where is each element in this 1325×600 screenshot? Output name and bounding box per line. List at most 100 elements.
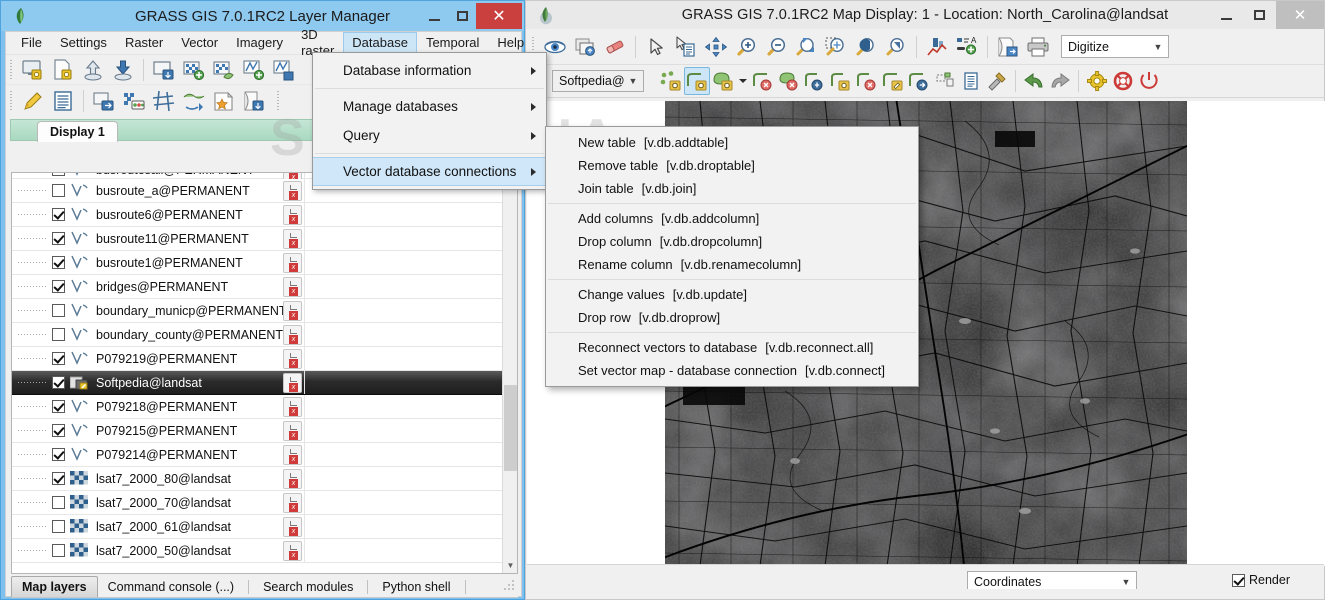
attribute-table-icon[interactable] (48, 86, 78, 116)
lm-maximize-button[interactable] (448, 3, 476, 29)
layer-visibility-checkbox[interactable] (52, 400, 65, 413)
lm-toolbar-grip-2[interactable] (8, 90, 15, 112)
zoom-back-icon[interactable] (851, 32, 881, 62)
load-workspace-icon[interactable] (78, 55, 108, 85)
lm-toolbar-grip-1[interactable] (8, 59, 15, 81)
layer-visibility-checkbox[interactable] (52, 328, 65, 341)
menu-help[interactable]: Help (488, 32, 533, 54)
table-row[interactable]: P079215@PERMANENT x (12, 419, 505, 443)
layer-visibility-checkbox[interactable] (52, 448, 65, 461)
menu-vector[interactable]: Vector (172, 32, 227, 54)
menu-item-database-information[interactable]: Database information (313, 56, 546, 85)
render-map-icon[interactable] (570, 32, 600, 62)
menu-imagery[interactable]: Imagery (227, 32, 292, 54)
submenu-item[interactable]: Drop column [v.db.dropcolumn] (546, 230, 918, 253)
layer-opacity-button[interactable]: x (283, 397, 302, 417)
delete-line-icon[interactable] (750, 67, 776, 95)
menu-raster[interactable]: Raster (116, 32, 172, 54)
submenu-item[interactable]: Add columns [v.db.addcolumn] (546, 207, 918, 230)
raster-calculator-icon[interactable] (119, 86, 149, 116)
layer-tree[interactable]: busroutesall@PERMANENT x busroute_a@PERMAN… (11, 172, 518, 574)
render-toggle[interactable]: Render (1232, 573, 1290, 587)
map-close-button[interactable]: ✕ (1276, 1, 1324, 29)
table-row[interactable]: boundary_municp@PERMANENT x (12, 299, 505, 323)
save-workspace-icon[interactable] (108, 55, 138, 85)
submenu-item[interactable]: Reconnect vectors to database [v.db.recon… (546, 336, 918, 359)
layer-visibility-checkbox[interactable] (52, 496, 65, 509)
map-mode-select[interactable]: Digitize ▼ (1061, 35, 1169, 58)
submenu-item[interactable]: Drop row [v.db.droprow] (546, 306, 918, 329)
layer-opacity-button[interactable]: x (283, 349, 302, 369)
submenu-item[interactable]: Join table [v.db.join] (546, 177, 918, 200)
layer-visibility-checkbox[interactable] (52, 232, 65, 245)
menu-item-vector-database-connections[interactable]: Vector database connections (313, 157, 546, 186)
layer-opacity-button[interactable]: x (283, 541, 302, 561)
layer-opacity-button[interactable]: x (283, 373, 302, 393)
submenu-item[interactable]: Change values [v.db.update] (546, 283, 918, 306)
digitize-line-icon[interactable] (684, 67, 710, 95)
add-legend-icon[interactable] (209, 86, 239, 116)
table-row[interactable]: Softpedia@landsat x (12, 371, 505, 395)
layer-opacity-button[interactable]: x (283, 181, 302, 201)
pointer-icon[interactable] (641, 32, 671, 62)
table-row[interactable]: bridges@PERMANENT x (12, 275, 505, 299)
add-multiple-raster-icon[interactable] (209, 55, 239, 85)
quit-digitizer-icon[interactable] (1136, 67, 1162, 95)
tab-display-1[interactable]: Display 1 (37, 121, 118, 142)
table-row[interactable]: P079219@PERMANENT x (12, 347, 505, 371)
menu-settings[interactable]: Settings (51, 32, 116, 54)
add-map-elements-icon[interactable]: A (952, 32, 982, 62)
tab-map-layers[interactable]: Map layers (11, 576, 98, 597)
import-raster-icon[interactable] (149, 55, 179, 85)
menu-item-manage-databases[interactable]: Manage databases (313, 92, 546, 121)
layer-opacity-button[interactable]: x (283, 229, 302, 249)
georectify-icon[interactable] (149, 86, 179, 116)
edit-pencil-icon[interactable] (18, 86, 48, 116)
layer-tree-scrollbar[interactable]: ▲ ▼ (502, 173, 517, 573)
submenu-item[interactable]: New table [v.db.addtable] (546, 131, 918, 154)
table-row[interactable]: busroute6@PERMANENT x (12, 203, 505, 227)
move-feature-icon[interactable] (906, 67, 932, 95)
copy-feature-icon[interactable] (932, 67, 958, 95)
scrollbar-thumb[interactable] (504, 385, 517, 471)
add-multiple-vector-icon[interactable] (269, 55, 299, 85)
add-vertex-icon[interactable] (828, 67, 854, 95)
layer-visibility-checkbox[interactable] (52, 352, 65, 365)
layer-opacity-button[interactable]: x (283, 517, 302, 537)
add-raster-layer-icon[interactable] (179, 55, 209, 85)
tab-python-shell[interactable]: Python shell (372, 576, 460, 597)
table-row[interactable]: lsat7_2000_70@landsat x (12, 491, 505, 515)
digitize-map-select[interactable]: Softpedia@ ▼ (552, 70, 644, 92)
save-display-icon[interactable] (239, 86, 269, 116)
layer-opacity-button[interactable]: x (283, 421, 302, 441)
print-map-icon[interactable] (1023, 32, 1053, 62)
layer-opacity-button[interactable]: x (283, 253, 302, 273)
layer-visibility-checkbox[interactable] (52, 304, 65, 317)
erase-display-icon[interactable] (600, 32, 630, 62)
layer-opacity-button[interactable]: x (283, 325, 302, 345)
table-row[interactable]: busroute11@PERMANENT x (12, 227, 505, 251)
vector-network-icon[interactable] (179, 86, 209, 116)
menu-temporal[interactable]: Temporal (417, 32, 488, 54)
table-row[interactable]: lsat7_2000_50@landsat x (12, 539, 505, 563)
table-row[interactable]: P079214@PERMANENT x (12, 443, 505, 467)
tab-search-modules[interactable]: Search modules (253, 576, 363, 597)
redo-icon[interactable] (1047, 67, 1073, 95)
query-raster-vector-icon[interactable] (671, 32, 701, 62)
layer-opacity-button[interactable]: x (283, 205, 302, 225)
edit-line-icon[interactable] (880, 67, 906, 95)
zoom-out-icon[interactable] (761, 32, 791, 62)
render-checkbox[interactable] (1232, 573, 1245, 587)
remove-vertex-icon[interactable] (854, 67, 880, 95)
zoom-to-selected-icon[interactable] (821, 32, 851, 62)
new-workspace-icon[interactable] (18, 55, 48, 85)
layer-visibility-checkbox[interactable] (52, 376, 65, 389)
submenu-item[interactable]: Set vector map - database connection [v.d… (546, 359, 918, 382)
layer-opacity-button[interactable]: x (283, 493, 302, 513)
table-row[interactable]: P079218@PERMANENT x (12, 395, 505, 419)
menu-item-query[interactable]: Query (313, 121, 546, 150)
layer-opacity-button[interactable]: x (283, 277, 302, 297)
map-maximize-button[interactable] (1243, 1, 1276, 29)
lm-close-button[interactable]: ✕ (476, 3, 522, 29)
digitize-point-icon[interactable] (658, 67, 684, 95)
